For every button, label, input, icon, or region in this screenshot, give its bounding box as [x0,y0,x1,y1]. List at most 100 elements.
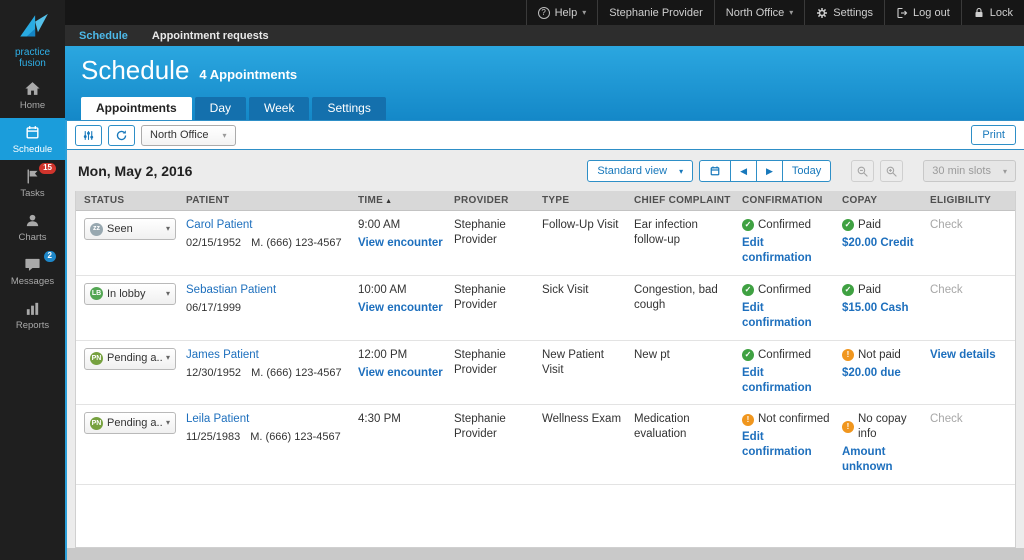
zoom-in-button[interactable] [880,160,903,182]
lock-label: Lock [990,7,1013,19]
bottom-scrollbar-track[interactable] [67,548,1024,560]
patient-name-link[interactable]: James Patient [186,349,259,361]
copay-amount-link[interactable]: $20.00 due [842,366,922,381]
refresh-icon [115,129,128,142]
subnav-appointment-requests[interactable]: Appointment requests [152,30,269,42]
column-header-copay[interactable]: COPAY [842,195,930,206]
column-header-eligibility[interactable]: ELIGIBILITY [930,195,1015,206]
appointment-time: 10:00 AM [358,283,446,298]
column-header-confirmation[interactable]: CONFIRMATION [742,195,842,206]
status-label: Pending a... [107,416,162,430]
status-dropdown[interactable]: PN Pending a... ▾ [84,348,176,370]
copay-amount-link[interactable]: Amount unknown [842,445,922,475]
eligibility-check-link[interactable]: Check [930,219,963,231]
status-dropdown[interactable]: PN Pending a... ▾ [84,412,176,434]
edit-confirmation-link[interactable]: Edit confirmation [742,366,834,396]
lock-button[interactable]: Lock [961,0,1024,25]
tab-appointments[interactable]: Appointments [81,97,192,120]
today-button[interactable]: Today [782,160,831,182]
sidebar-item-charts[interactable]: Charts [0,206,65,248]
date-picker-button[interactable] [699,160,731,182]
sidebar-item-label: Home [20,100,45,111]
not-confirmed-warning-icon [742,414,754,426]
office-selector[interactable]: North Office ▾ [714,0,805,25]
settings-button[interactable]: Settings [804,0,884,25]
eligibility-check-link[interactable]: Check [930,413,963,425]
help-menu[interactable]: ? Help ▾ [526,0,598,25]
view-encounter-link[interactable]: View encounter [358,236,446,251]
previous-day-button[interactable]: ◀ [730,160,757,182]
appointment-type: Sick Visit [542,283,634,331]
column-header-type[interactable]: TYPE [542,195,634,206]
view-encounter-link[interactable]: View encounter [358,366,446,381]
chevron-down-icon: ▾ [679,167,683,176]
chevron-down-icon: ▾ [166,224,170,234]
sidebar-item-schedule[interactable]: Schedule [0,118,65,160]
sidebar-item-home[interactable]: Home [0,74,65,116]
column-header-chief-complaint[interactable]: CHIEF COMPLAINT [634,195,742,206]
chevron-down-icon: ▾ [223,131,227,140]
provider-name: Stephanie Provider [454,412,542,475]
calendar-icon [709,165,721,177]
patient-name-link[interactable]: Carol Patient [186,219,252,231]
eligibility-view-details-link[interactable]: View details [930,349,996,361]
schedule-content: Mon, May 2, 2016 Standard view ▾ ◀ ▶ [67,150,1024,548]
edit-confirmation-link[interactable]: Edit confirmation [742,236,834,266]
print-button[interactable]: Print [971,125,1016,145]
lock-icon [973,7,985,19]
bar-chart-icon [24,300,41,317]
current-user[interactable]: Stephanie Provider [597,0,714,25]
tab-settings[interactable]: Settings [312,97,385,120]
chief-complaint: New pt [634,348,742,396]
practice-fusion-app: practice fusion Home Schedule 15 Tasks C… [0,0,1024,560]
table-header-row: STATUS PATIENT TIME▲ PROVIDER TYPE CHIEF… [76,191,1015,211]
patient-name-link[interactable]: Leila Patient [186,413,249,425]
tasks-badge: 15 [39,163,56,174]
office-name: North Office [726,7,785,19]
office-filter-dropdown[interactable]: North Office ▾ [141,125,236,146]
subnav-schedule[interactable]: Schedule [79,30,128,42]
zoom-out-icon [856,165,869,178]
copay-status: Not paid [858,348,901,363]
appointment-row: LB In lobby ▾ Sebastian Patient 06/17/19… [76,276,1015,341]
confirmation-status: Confirmed [758,348,811,363]
eligibility-check-link[interactable]: Check [930,284,963,296]
schedule-panel: North Office ▾ Print Mon, May 2, 2016 St… [65,120,1024,560]
appointment-type: Wellness Exam [542,412,634,475]
provider-name: Stephanie Provider [454,348,542,396]
status-label: Seen [107,222,133,236]
view-dropdown[interactable]: Standard view ▾ [587,160,693,182]
sidebar-item-label: Charts [19,232,47,243]
patient-dob: 02/15/1952 [186,237,241,249]
view-encounter-link[interactable]: View encounter [358,301,446,316]
column-header-patient[interactable]: PATIENT [186,195,358,206]
status-in-lobby-icon: LB [90,287,103,300]
sidebar-item-tasks[interactable]: 15 Tasks [0,162,65,204]
sidebar-item-reports[interactable]: Reports [0,294,65,336]
status-dropdown[interactable]: zz Seen ▾ [84,218,176,240]
zoom-out-button[interactable] [851,160,874,182]
column-header-status[interactable]: STATUS [76,195,186,206]
patient-name-link[interactable]: Sebastian Patient [186,284,276,296]
slot-size-dropdown[interactable]: 30 min slots ▾ [923,160,1016,182]
status-dropdown[interactable]: LB In lobby ▾ [84,283,176,305]
edit-confirmation-link[interactable]: Edit confirmation [742,301,834,331]
sidebar-item-label: Tasks [20,188,44,199]
column-header-time[interactable]: TIME▲ [358,195,454,206]
next-day-button[interactable]: ▶ [756,160,783,182]
chevron-down-icon: ▾ [789,8,793,17]
tab-week[interactable]: Week [249,97,309,120]
copay-amount-link[interactable]: $15.00 Cash [842,301,922,316]
sidebar-item-label: Schedule [13,144,53,155]
sidebar: practice fusion Home Schedule 15 Tasks C… [0,0,65,560]
edit-confirmation-link[interactable]: Edit confirmation [742,430,834,460]
tab-day[interactable]: Day [195,97,246,120]
sidebar-item-messages[interactable]: 2 Messages [0,250,65,292]
appointments-table: STATUS PATIENT TIME▲ PROVIDER TYPE CHIEF… [75,191,1016,548]
column-header-provider[interactable]: PROVIDER [454,195,542,206]
logout-button[interactable]: Log out [884,0,961,25]
refresh-button[interactable] [108,125,135,146]
patient-phone: M. (666) 123-4567 [251,237,342,249]
filter-button[interactable] [75,125,102,146]
copay-amount-link[interactable]: $20.00 Credit [842,236,922,251]
